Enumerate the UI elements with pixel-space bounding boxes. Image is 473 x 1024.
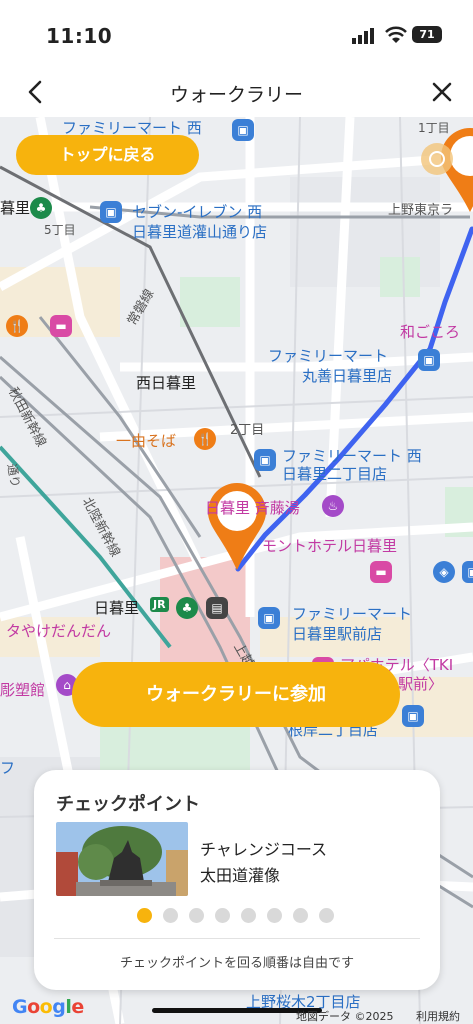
terms-link[interactable]: 利用規約 (416, 1008, 460, 1024)
map-label: 上野東京ラ (388, 203, 454, 218)
pager-dot[interactable] (163, 908, 178, 923)
close-icon[interactable] (428, 78, 456, 106)
shopping-icon[interactable]: ◈ (433, 561, 455, 583)
convenience-store-icon[interactable]: ▣ (402, 705, 424, 727)
map-label: 日暮里道灌山通り店 (132, 223, 268, 241)
map-label: 和ごころ (400, 323, 461, 341)
battery-icon: 71 (412, 26, 442, 43)
map-label: 日暮里二丁目店 (282, 465, 388, 483)
map-label: 5丁目 (44, 223, 76, 237)
pager-dot[interactable] (215, 908, 230, 923)
header-bar: ウォークラリー (0, 72, 473, 117)
restaurant-icon[interactable]: 🍴 (194, 428, 216, 450)
convenience-store-icon[interactable]: ▣ (254, 449, 276, 471)
checkpoint-name: 太田道灌像 (200, 866, 281, 885)
map-label: 暮里 (0, 199, 31, 217)
convenience-store-icon[interactable]: ▣ (232, 119, 254, 141)
map-data-credit: 地図データ ©2025 (296, 1010, 394, 1023)
pager-dot[interactable] (293, 908, 308, 923)
map-label: 日暮里駅前店 (292, 625, 383, 643)
pager-dots[interactable] (137, 908, 337, 924)
map-label: 丸善日暮里店 (302, 367, 393, 385)
pager-dot[interactable] (319, 908, 334, 923)
map-label: 日暮里 (94, 599, 140, 617)
convenience-store-icon[interactable]: ▣ (258, 607, 280, 629)
pager-dot[interactable] (267, 908, 282, 923)
map-label: フ (0, 759, 16, 777)
map-label: 日暮里 斉藤湯 (205, 499, 300, 517)
park-tree-icon[interactable]: ♣ (30, 197, 52, 219)
convenience-store-icon[interactable]: ▣ (462, 561, 473, 583)
join-walk-rally-button[interactable]: ウォークラリーに参加 (72, 662, 400, 727)
map-label: 2丁目 (230, 423, 265, 438)
map-label: ファミリーマート (292, 605, 413, 623)
wifi-icon (385, 26, 407, 43)
map-label: 1丁目 (418, 121, 450, 135)
park-tree-icon[interactable]: ♣ (176, 597, 198, 619)
map-label: 一由そば (116, 432, 177, 450)
checkpoint-card[interactable]: チェックポイント チャレンジコース 太田道灌像 チェックポイントを回る順番は自由… (34, 770, 440, 990)
status-time: 11:10 (46, 24, 113, 48)
divider (54, 938, 420, 939)
map-label: モントホテル日暮里 (262, 537, 398, 555)
jr-icon: JR (150, 597, 169, 612)
back-to-top-button[interactable]: トップに戻る (16, 135, 199, 175)
restaurant-icon[interactable]: 🍴 (6, 315, 28, 337)
bath-icon[interactable]: ♨ (322, 495, 344, 517)
location-marker-icon (421, 143, 453, 175)
course-name: チャレンジコース (200, 840, 328, 859)
pager-dot[interactable] (189, 908, 204, 923)
card-title: チェックポイント (56, 794, 200, 815)
map-label: 駅前〉 (398, 675, 444, 693)
map-label: ファミリーマート (268, 347, 389, 365)
convenience-store-icon[interactable]: ▣ (418, 349, 440, 371)
map-label: タやけだんだん (6, 622, 112, 640)
pager-dot[interactable] (241, 908, 256, 923)
hotel-icon[interactable]: ▬ (370, 561, 392, 583)
map-label: セブン-イレブン 西 (132, 203, 263, 221)
checkpoint-photo (56, 822, 188, 896)
order-note: チェックポイントを回る順番は自由です (119, 956, 354, 971)
google-logo: Google (12, 996, 84, 1018)
hotel-icon[interactable]: ▬ (50, 315, 72, 337)
train-station-icon[interactable]: ▤ (206, 597, 228, 619)
status-bar: 11:10 71 (0, 0, 473, 72)
signal-icon (352, 28, 374, 44)
pager-dot[interactable] (137, 908, 152, 923)
convenience-store-icon[interactable]: ▣ (100, 201, 122, 223)
map-label: 彫塑館 (0, 681, 46, 699)
map-label: 西日暮里 (136, 374, 197, 392)
page-title: ウォークラリー (169, 84, 303, 106)
